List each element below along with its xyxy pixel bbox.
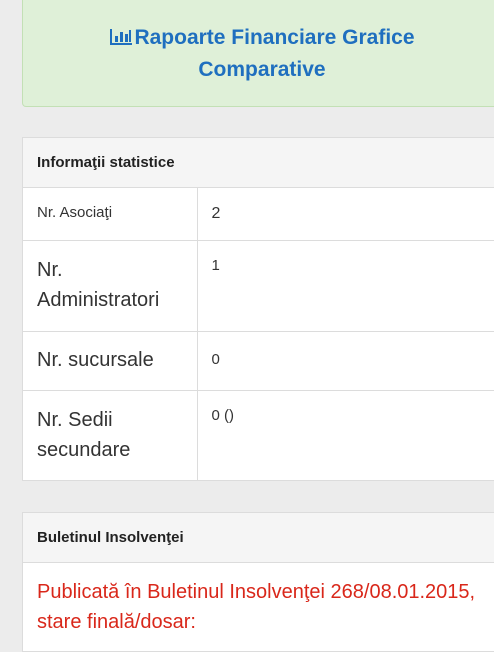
financial-reports-link[interactable]: Rapoarte Financiare Grafice Comparative [97,22,427,85]
table-row: Nr. sucursale 0 [23,331,494,391]
secondary-offices-value: 0 () [211,406,235,424]
administrators-value: 1 [197,240,494,332]
branches-value: 0 [197,331,494,391]
table-row: Nr. Sedii secundare 0 () [23,390,494,481]
associates-label: Nr. Asociaţi [23,188,198,241]
bar-chart-icon [109,23,133,54]
table-row: Nr. Administratori 1 [23,240,494,332]
insolvency-status-text: Publicată în Buletinul Insolvenţei 268/0… [37,581,476,633]
statistics-table: Nr. Asociaţi 2 Nr. Administratori 1 Nr. … [23,188,494,481]
statistics-panel: Informaţii statistice Nr. Asociaţi 2 Nr.… [22,137,494,481]
financial-reports-banner: Rapoarte Financiare Grafice Comparative [22,0,494,107]
statistics-heading: Informaţii statistice [23,138,494,188]
table-row: Nr. Asociaţi 2 [23,188,494,241]
financial-reports-label[interactable]: Rapoarte Financiare Grafice Comparative [134,26,414,81]
administrators-label: Nr. Administratori [23,240,198,332]
insolvency-heading: Buletinul Insolvenţei [23,513,494,563]
associates-value: 2 [197,188,494,241]
insolvency-panel: Buletinul Insolvenţei Publicată în Bulet… [22,512,494,652]
branches-label: Nr. sucursale [23,331,198,391]
secondary-offices-label: Nr. Sedii secundare [23,390,198,481]
